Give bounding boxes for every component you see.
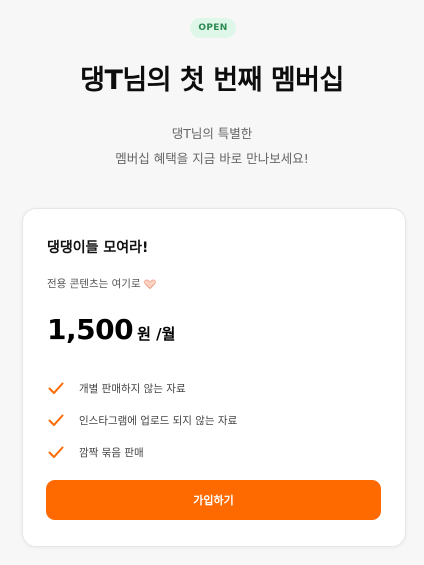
feature-list: 개별 판매하지 않는 자료 인스타그램에 업로드 되지 않는 자료 깜짝 묶음 … <box>47 372 237 468</box>
join-button[interactable]: 가입하기 <box>46 480 381 520</box>
price-unit: 원 /월 <box>137 325 176 343</box>
subtitle-line-1: 댕T님의 특별한 <box>171 126 253 141</box>
check-icon <box>48 446 64 458</box>
status-badge: OPEN <box>190 18 236 38</box>
price-amount: 1,500 <box>47 313 134 346</box>
check-icon <box>48 382 64 394</box>
price: 1,500 원 /월 <box>47 313 175 346</box>
feature-item: 깜짝 묶음 판매 <box>47 436 237 468</box>
page-title: 댕T님의 첫 번째 멤버십 <box>80 65 344 96</box>
heart-hands-icon <box>143 279 156 289</box>
feature-text: 인스타그램에 업로드 되지 않는 자료 <box>79 414 238 427</box>
membership-card: 댕댕이들 모여라! 전용 콘텐츠는 여기로 1,500 원 /월 개별 판매하지… <box>22 208 406 547</box>
feature-item: 인스타그램에 업로드 되지 않는 자료 <box>47 404 237 436</box>
check-icon <box>48 414 64 426</box>
plan-description-text: 전용 콘텐츠는 여기로 <box>47 278 141 290</box>
feature-text: 깜짝 묶음 판매 <box>79 446 144 459</box>
plan-name: 댕댕이들 모여라! <box>47 240 149 256</box>
subtitle-line-2: 멤버십 혜택을 지금 바로 만나보세요! <box>115 151 309 166</box>
feature-text: 개별 판매하지 않는 자료 <box>79 382 186 395</box>
feature-item: 개별 판매하지 않는 자료 <box>47 372 237 404</box>
plan-description: 전용 콘텐츠는 여기로 <box>47 276 157 291</box>
